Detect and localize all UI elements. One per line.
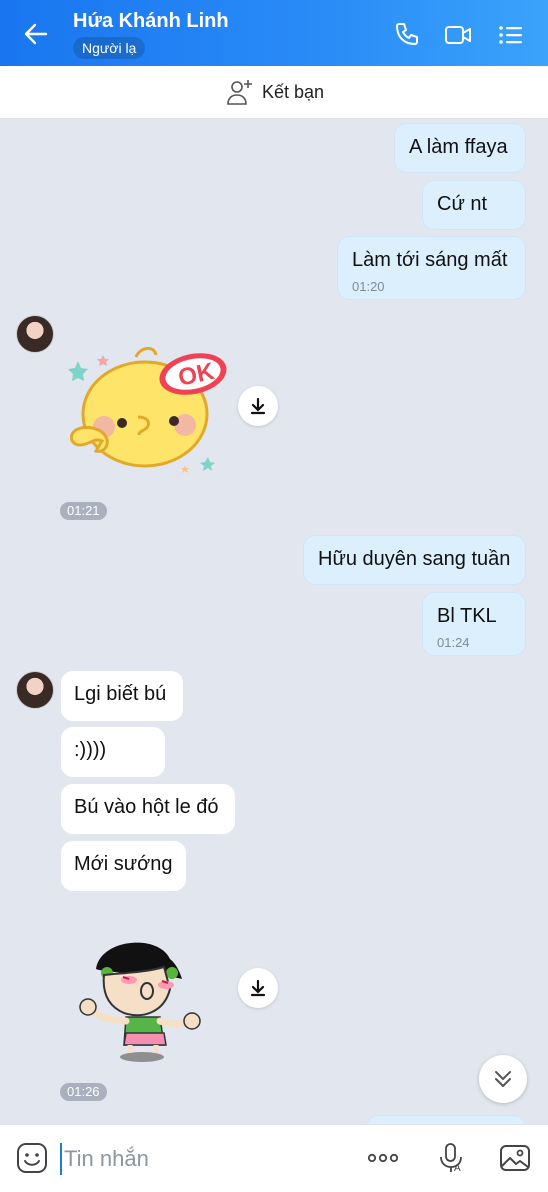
download-sticker-button[interactable]: [238, 968, 278, 1008]
their-message[interactable]: Mới sướng: [61, 841, 186, 891]
add-friend-label: Kết bạn: [262, 81, 325, 102]
avatar[interactable]: [16, 315, 54, 353]
their-message[interactable]: :)))): [61, 727, 165, 777]
message-composer: A: [0, 1124, 548, 1192]
my-message[interactable]: Cứ nt: [422, 180, 526, 230]
chat-header: Hứa Khánh Linh Người lạ: [0, 0, 548, 66]
back-arrow-icon[interactable]: [22, 20, 50, 48]
chick-ok-sticker[interactable]: OK: [60, 339, 232, 479]
emoji-icon[interactable]: [15, 1141, 49, 1175]
message-time: 01:21: [60, 502, 107, 520]
message-input[interactable]: [60, 1143, 346, 1175]
message-time: 01:24: [437, 635, 470, 650]
more-icon[interactable]: [366, 1141, 400, 1175]
relation-badge: Người lạ: [73, 37, 146, 59]
message-list[interactable]: A làm ffaya Cứ nt Làm tới sáng mất 01:20…: [0, 119, 548, 1135]
scroll-to-bottom-button[interactable]: [479, 1055, 527, 1103]
download-sticker-button[interactable]: [238, 386, 278, 426]
svg-text:A: A: [454, 1163, 461, 1174]
add-friend-bar: Kết bạn: [0, 66, 548, 119]
chevron-double-down-icon: [495, 1071, 511, 1087]
download-icon: [250, 979, 266, 997]
message-time: 01:26: [60, 1083, 107, 1101]
download-icon: [250, 397, 266, 415]
image-icon[interactable]: [498, 1141, 532, 1175]
phone-icon[interactable]: [392, 21, 420, 49]
avatar[interactable]: [16, 671, 54, 709]
girl-kiss-sticker[interactable]: [74, 925, 214, 1065]
their-message[interactable]: Lgi biết bú: [61, 671, 183, 721]
add-friend-button[interactable]: Kết bạn: [226, 78, 324, 106]
voice-icon[interactable]: A: [434, 1141, 468, 1175]
my-message[interactable]: A làm ffaya: [394, 123, 526, 173]
my-message[interactable]: Làm tới sáng mất 01:20: [337, 236, 526, 300]
message-time: 01:20: [352, 279, 385, 294]
my-message[interactable]: Bl TKL 01:24: [422, 592, 526, 656]
video-call-icon[interactable]: [444, 21, 472, 49]
add-friend-icon: [227, 80, 252, 105]
menu-icon[interactable]: [497, 21, 525, 49]
contact-name[interactable]: Hứa Khánh Linh: [73, 10, 229, 33]
my-message[interactable]: Hữu duyên sang tuần: [303, 535, 526, 585]
their-message[interactable]: Bú vào hột le đó: [61, 784, 235, 834]
